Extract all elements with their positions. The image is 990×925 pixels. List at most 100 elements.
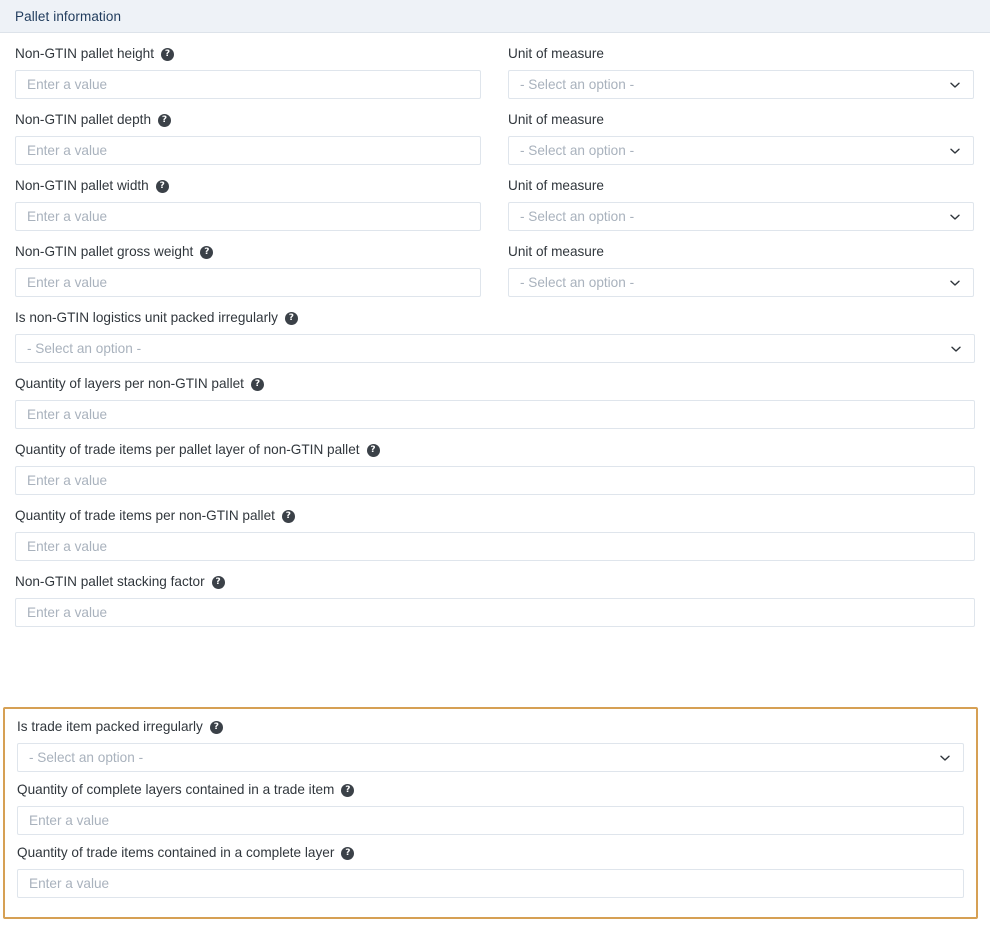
input-placeholder: Enter a value bbox=[29, 813, 109, 828]
label-pallet-stacking-factor: Non-GTIN pallet stacking factor ? bbox=[15, 573, 975, 591]
form-row-pallet-height: Non-GTIN pallet height ? Enter a value U… bbox=[15, 33, 975, 99]
help-icon[interactable]: ? bbox=[212, 576, 225, 589]
label-pallet-depth: Non-GTIN pallet depth ? bbox=[15, 111, 481, 129]
form-col-left: Non-GTIN pallet gross weight ? Enter a v… bbox=[15, 231, 481, 297]
select-placeholder: - Select an option - bbox=[29, 750, 143, 765]
input-placeholder: Enter a value bbox=[27, 407, 107, 422]
label-trade-item-packed-irregularly: Is trade item packed irregularly ? bbox=[17, 718, 964, 736]
form-col-right: Unit of measure - Select an option - bbox=[508, 99, 974, 165]
label-text: Quantity of trade items contained in a c… bbox=[17, 844, 334, 862]
help-icon[interactable]: ? bbox=[341, 784, 354, 797]
field-pallet-width-uom: Unit of measure - Select an option - bbox=[508, 177, 974, 231]
help-icon[interactable]: ? bbox=[161, 48, 174, 61]
label-complete-layers-in-trade-item: Quantity of complete layers contained in… bbox=[17, 781, 964, 799]
field-trade-items-per-pallet-layer: Quantity of trade items per pallet layer… bbox=[15, 441, 975, 495]
label-text: Quantity of trade items per non-GTIN pal… bbox=[15, 507, 275, 525]
form-col-full: Quantity of complete layers contained in… bbox=[17, 772, 964, 835]
field-logistics-unit-packed-irregularly: Is non-GTIN logistics unit packed irregu… bbox=[15, 309, 975, 363]
label-text: Is non-GTIN logistics unit packed irregu… bbox=[15, 309, 278, 327]
label-text: Non-GTIN pallet gross weight bbox=[15, 243, 193, 261]
input-pallet-stacking-factor[interactable]: Enter a value bbox=[15, 598, 975, 627]
select-pallet-gross-weight-uom[interactable]: - Select an option - bbox=[508, 268, 974, 297]
input-pallet-depth[interactable]: Enter a value bbox=[15, 136, 481, 165]
input-placeholder: Enter a value bbox=[27, 209, 107, 224]
input-pallet-width[interactable]: Enter a value bbox=[15, 202, 481, 231]
help-icon[interactable]: ? bbox=[200, 246, 213, 259]
label-text: Quantity of complete layers contained in… bbox=[17, 781, 334, 799]
form-row-trade-items-per-pallet: Quantity of trade items per non-GTIN pal… bbox=[15, 495, 975, 561]
input-trade-items-per-pallet[interactable]: Enter a value bbox=[15, 532, 975, 561]
chevron-down-icon bbox=[948, 210, 962, 224]
field-pallet-stacking-factor: Non-GTIN pallet stacking factor ? Enter … bbox=[15, 573, 975, 627]
field-pallet-width: Non-GTIN pallet width ? Enter a value bbox=[15, 177, 481, 231]
help-icon[interactable]: ? bbox=[251, 378, 264, 391]
form-col-right: Unit of measure - Select an option - bbox=[508, 231, 974, 297]
form-col-right: Unit of measure - Select an option - bbox=[508, 165, 974, 231]
pallet-information-form: Non-GTIN pallet height ? Enter a value U… bbox=[0, 33, 990, 627]
field-layers-per-pallet: Quantity of layers per non-GTIN pallet ?… bbox=[15, 375, 975, 429]
form-row-complete-layers-in-trade-item: Quantity of complete layers contained in… bbox=[17, 772, 964, 835]
chevron-down-icon bbox=[938, 751, 952, 765]
field-pallet-height: Non-GTIN pallet height ? Enter a value bbox=[15, 45, 481, 99]
label-text: Unit of measure bbox=[508, 243, 604, 261]
input-placeholder: Enter a value bbox=[29, 876, 109, 891]
label-trade-items-in-complete-layer: Quantity of trade items contained in a c… bbox=[17, 844, 964, 862]
label-text: Unit of measure bbox=[508, 45, 604, 63]
field-complete-layers-in-trade-item: Quantity of complete layers contained in… bbox=[17, 781, 964, 835]
select-pallet-height-uom[interactable]: - Select an option - bbox=[508, 70, 974, 99]
input-trade-items-per-pallet-layer[interactable]: Enter a value bbox=[15, 466, 975, 495]
field-pallet-depth-uom: Unit of measure - Select an option - bbox=[508, 111, 974, 165]
select-placeholder: - Select an option - bbox=[520, 143, 634, 158]
input-placeholder: Enter a value bbox=[27, 143, 107, 158]
input-placeholder: Enter a value bbox=[27, 275, 107, 290]
label-pallet-height-uom: Unit of measure bbox=[508, 45, 974, 63]
form-row-pallet-width: Non-GTIN pallet width ? Enter a value Un… bbox=[15, 165, 975, 231]
label-text: Quantity of layers per non-GTIN pallet bbox=[15, 375, 244, 393]
input-pallet-gross-weight[interactable]: Enter a value bbox=[15, 268, 481, 297]
field-trade-items-per-pallet: Quantity of trade items per non-GTIN pal… bbox=[15, 507, 975, 561]
label-text: Unit of measure bbox=[508, 111, 604, 129]
form-row-trade-items-in-complete-layer: Quantity of trade items contained in a c… bbox=[17, 835, 964, 898]
form-col-full: Quantity of trade items contained in a c… bbox=[17, 835, 964, 898]
select-placeholder: - Select an option - bbox=[520, 209, 634, 224]
help-icon[interactable]: ? bbox=[367, 444, 380, 457]
field-pallet-height-uom: Unit of measure - Select an option - bbox=[508, 45, 974, 99]
help-icon[interactable]: ? bbox=[156, 180, 169, 193]
input-trade-items-in-complete-layer[interactable]: Enter a value bbox=[17, 869, 964, 898]
input-layers-per-pallet[interactable]: Enter a value bbox=[15, 400, 975, 429]
select-trade-item-packed-irregularly[interactable]: - Select an option - bbox=[17, 743, 964, 772]
help-icon[interactable]: ? bbox=[210, 721, 223, 734]
input-pallet-height[interactable]: Enter a value bbox=[15, 70, 481, 99]
input-placeholder: Enter a value bbox=[27, 77, 107, 92]
panel-header: Pallet information bbox=[0, 0, 990, 33]
help-icon[interactable]: ? bbox=[158, 114, 171, 127]
chevron-down-icon bbox=[949, 342, 963, 356]
select-logistics-unit-packed-irregularly[interactable]: - Select an option - bbox=[15, 334, 975, 363]
field-pallet-gross-weight: Non-GTIN pallet gross weight ? Enter a v… bbox=[15, 243, 481, 297]
label-pallet-height: Non-GTIN pallet height ? bbox=[15, 45, 481, 63]
input-placeholder: Enter a value bbox=[27, 473, 107, 488]
form-col-left: Non-GTIN pallet depth ? Enter a value bbox=[15, 99, 481, 165]
label-pallet-gross-weight-uom: Unit of measure bbox=[508, 243, 974, 261]
select-pallet-width-uom[interactable]: - Select an option - bbox=[508, 202, 974, 231]
form-col-full: Is trade item packed irregularly ? - Sel… bbox=[17, 709, 964, 772]
input-complete-layers-in-trade-item[interactable]: Enter a value bbox=[17, 806, 964, 835]
label-text: Quantity of trade items per pallet layer… bbox=[15, 441, 360, 459]
form-row-trade-items-per-pallet-layer: Quantity of trade items per pallet layer… bbox=[15, 429, 975, 495]
label-trade-items-per-pallet-layer: Quantity of trade items per pallet layer… bbox=[15, 441, 975, 459]
form-row-trade-item-packed-irregularly: Is trade item packed irregularly ? - Sel… bbox=[17, 709, 964, 772]
help-icon[interactable]: ? bbox=[285, 312, 298, 325]
form-col-full: Quantity of trade items per non-GTIN pal… bbox=[15, 495, 975, 561]
form-col-full: Is non-GTIN logistics unit packed irregu… bbox=[15, 297, 975, 363]
help-icon[interactable]: ? bbox=[341, 847, 354, 860]
field-pallet-gross-weight-uom: Unit of measure - Select an option - bbox=[508, 243, 974, 297]
form-col-full: Non-GTIN pallet stacking factor ? Enter … bbox=[15, 561, 975, 627]
input-placeholder: Enter a value bbox=[27, 539, 107, 554]
select-pallet-depth-uom[interactable]: - Select an option - bbox=[508, 136, 974, 165]
page-title: Pallet information bbox=[15, 9, 121, 24]
label-pallet-width-uom: Unit of measure bbox=[508, 177, 974, 195]
form-row-pallet-depth: Non-GTIN pallet depth ? Enter a value Un… bbox=[15, 99, 975, 165]
field-pallet-depth: Non-GTIN pallet depth ? Enter a value bbox=[15, 111, 481, 165]
label-text: Non-GTIN pallet height bbox=[15, 45, 154, 63]
help-icon[interactable]: ? bbox=[282, 510, 295, 523]
